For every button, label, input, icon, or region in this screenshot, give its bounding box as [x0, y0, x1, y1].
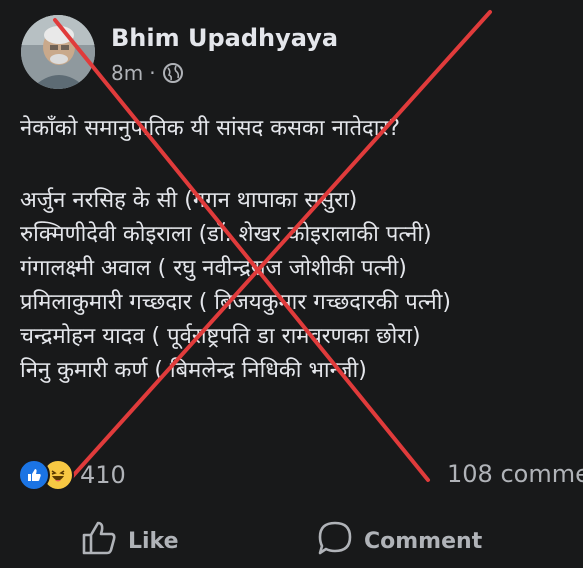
- post-line: प्रमिलाकुमारी गच्छदार ( बिजयकुमार गच्छदा…: [20, 290, 451, 315]
- post-heading: नेकाँको समानुपातिक यी सांसद कसका नातेदार…: [20, 116, 401, 141]
- post-line: गंगालक्ष्मी अवाल ( रघु नवीन्द्रराज जोशीक…: [20, 256, 407, 281]
- reactions-summary[interactable]: 410: [18, 458, 126, 492]
- avatar-photo: [21, 15, 95, 89]
- like-label: Like: [128, 528, 179, 554]
- post-line: निनु कुमारी कर्ण ( बिमलेन्द्र निधिकी भान…: [20, 358, 367, 383]
- post-text: नेकाँको समानुपातिक यी सांसद कसका नातेदार…: [20, 112, 580, 388]
- post-line: अर्जुन नरसिह के सी (गगन थापाका ससुरा): [20, 188, 358, 213]
- globe-icon: [162, 62, 184, 84]
- thumbs-up-icon: [80, 519, 118, 563]
- reaction-count: 410: [80, 461, 126, 489]
- like-reaction-icon: [18, 459, 50, 491]
- comment-label: Comment: [364, 528, 483, 554]
- meta-separator: ·: [149, 61, 156, 85]
- post-time[interactable]: 8m: [111, 61, 143, 85]
- comment-button[interactable]: Comment: [316, 521, 482, 561]
- comment-bubble-icon: [316, 519, 354, 563]
- comment-count[interactable]: 108 comme: [447, 460, 583, 488]
- post-line: रुक्मिणीदेवी कोइराला (डॉ. शेखर कोइरालाकी…: [20, 222, 432, 247]
- like-button[interactable]: Like: [80, 521, 179, 561]
- author-name[interactable]: Bhim Upadhyaya: [111, 24, 338, 52]
- author-avatar[interactable]: [21, 15, 95, 89]
- post-meta: 8m ·: [111, 61, 184, 85]
- post-line: चन्द्रमोहन यादव ( पूर्वराष्ट्रपति डा राम…: [20, 324, 421, 349]
